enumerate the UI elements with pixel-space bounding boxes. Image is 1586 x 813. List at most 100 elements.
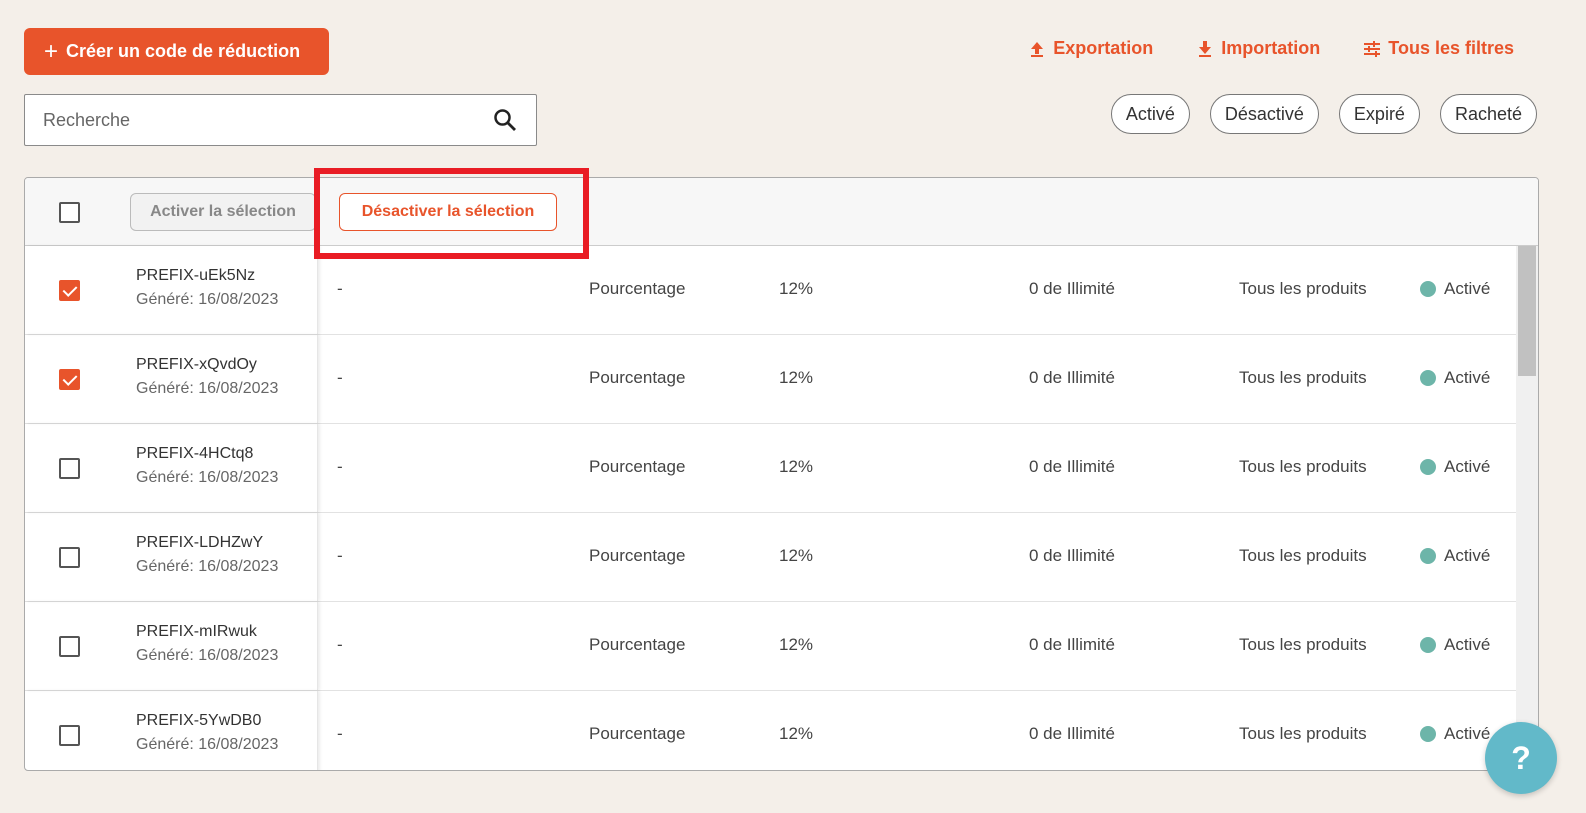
plus-icon: + xyxy=(44,37,59,65)
table-row: PREFIX-mIRwuk Généré: 16/08/2023 - Pourc… xyxy=(25,602,1538,691)
status-label: Activé xyxy=(1444,546,1491,565)
download-icon xyxy=(1199,40,1212,57)
type-cell: Pourcentage xyxy=(589,635,686,654)
type-cell: Pourcentage xyxy=(589,546,686,565)
code-column: PREFIX-xQvdOy Généré: 16/08/2023 xyxy=(25,335,318,423)
create-discount-label: Créer un code de réduction xyxy=(66,41,301,61)
status-dot-icon xyxy=(1420,548,1436,564)
code-column: PREFIX-mIRwuk Généré: 16/08/2023 xyxy=(25,602,318,690)
table-header: Activer la sélection Désactiver la sélec… xyxy=(25,178,1538,246)
status-dot-icon xyxy=(1420,637,1436,653)
generated-date: Généré: 16/08/2023 xyxy=(136,291,279,308)
row-checkbox[interactable] xyxy=(59,547,80,568)
row-checkbox[interactable] xyxy=(59,725,80,746)
status-label: Activé xyxy=(1444,724,1491,743)
table-body: PREFIX-uEk5Nz Généré: 16/08/2023 - Pourc… xyxy=(25,246,1538,770)
table-row: PREFIX-5YwDB0 Généré: 16/08/2023 - Pourc… xyxy=(25,691,1538,770)
code-column: PREFIX-5YwDB0 Généré: 16/08/2023 xyxy=(25,691,318,770)
chip-active[interactable]: Activé xyxy=(1110,94,1190,134)
description-cell: - xyxy=(337,457,343,476)
usage-cell: 0 de Illimité xyxy=(1029,368,1115,387)
generated-date: Généré: 16/08/2023 xyxy=(136,736,279,753)
status-dot-icon xyxy=(1420,726,1436,742)
status-label: Activé xyxy=(1444,457,1491,476)
type-cell: Pourcentage xyxy=(589,368,686,387)
table-scrollbar[interactable] xyxy=(1516,246,1538,770)
generated-date: Généré: 16/08/2023 xyxy=(136,558,279,575)
row-checkbox[interactable] xyxy=(59,458,80,479)
status-cell: Activé xyxy=(1420,279,1490,299)
type-cell: Pourcentage xyxy=(589,457,686,476)
description-cell: - xyxy=(337,368,343,387)
status-cell: Activé xyxy=(1420,368,1490,388)
discount-code[interactable]: PREFIX-LDHZwY xyxy=(136,534,263,552)
value-cell: 12% xyxy=(779,457,814,476)
chip-expired[interactable]: Expiré xyxy=(1338,94,1420,134)
value-cell: 12% xyxy=(779,724,814,743)
row-checkbox[interactable] xyxy=(59,280,80,301)
upload-icon xyxy=(1031,41,1044,57)
search-input[interactable] xyxy=(43,109,492,131)
scrollbar-thumb[interactable] xyxy=(1518,246,1536,376)
discount-code[interactable]: PREFIX-5YwDB0 xyxy=(136,712,261,730)
row-checkbox[interactable] xyxy=(59,636,80,657)
search-icon[interactable] xyxy=(492,107,518,133)
products-cell: Tous les produits xyxy=(1239,724,1367,743)
row-checkbox[interactable] xyxy=(59,369,80,390)
help-button[interactable]: ? xyxy=(1485,722,1557,794)
deactivate-selection-button[interactable]: Désactiver la sélection xyxy=(339,193,557,231)
status-dot-icon xyxy=(1420,459,1436,475)
table-row: PREFIX-LDHZwY Généré: 16/08/2023 - Pourc… xyxy=(25,513,1538,602)
status-filter-chips: Activé Désactivé Expiré Racheté xyxy=(1110,94,1537,134)
table-row: PREFIX-4HCtq8 Généré: 16/08/2023 - Pourc… xyxy=(25,424,1538,513)
activate-selection-button[interactable]: Activer la sélection xyxy=(130,193,316,231)
status-dot-icon xyxy=(1420,370,1436,386)
value-cell: 12% xyxy=(779,368,814,387)
value-cell: 12% xyxy=(779,279,814,298)
discount-code[interactable]: PREFIX-mIRwuk xyxy=(136,623,257,641)
generated-date: Généré: 16/08/2023 xyxy=(136,380,279,397)
all-filters-label: Tous les filtres xyxy=(1388,38,1514,58)
generated-date: Généré: 16/08/2023 xyxy=(136,647,279,664)
code-column: PREFIX-LDHZwY Généré: 16/08/2023 xyxy=(25,513,318,601)
products-cell: Tous les produits xyxy=(1239,635,1367,654)
select-all-checkbox[interactable] xyxy=(59,202,80,223)
code-column: PREFIX-uEk5Nz Généré: 16/08/2023 xyxy=(25,246,318,334)
code-column: PREFIX-4HCtq8 Généré: 16/08/2023 xyxy=(25,424,318,512)
description-cell: - xyxy=(337,635,343,654)
products-cell: Tous les produits xyxy=(1239,368,1367,387)
usage-cell: 0 de Illimité xyxy=(1029,457,1115,476)
table-row: PREFIX-uEk5Nz Généré: 16/08/2023 - Pourc… xyxy=(25,246,1538,335)
products-cell: Tous les produits xyxy=(1239,546,1367,565)
usage-cell: 0 de Illimité xyxy=(1029,635,1115,654)
filter-sliders-icon xyxy=(1364,40,1381,57)
search-box xyxy=(24,94,537,146)
import-button[interactable]: Importation xyxy=(1195,38,1320,59)
status-cell: Activé xyxy=(1420,546,1490,566)
description-cell: - xyxy=(337,546,343,565)
products-cell: Tous les produits xyxy=(1239,279,1367,298)
status-label: Activé xyxy=(1444,635,1491,654)
products-cell: Tous les produits xyxy=(1239,457,1367,476)
export-label: Exportation xyxy=(1053,38,1154,58)
status-cell: Activé xyxy=(1420,635,1490,655)
chip-deactivated[interactable]: Désactivé xyxy=(1209,94,1319,134)
create-discount-button[interactable]: + Créer un code de réduction xyxy=(24,28,329,75)
description-cell: - xyxy=(337,279,343,298)
table-row: PREFIX-xQvdOy Généré: 16/08/2023 - Pourc… xyxy=(25,335,1538,424)
usage-cell: 0 de Illimité xyxy=(1029,546,1115,565)
status-cell: Activé xyxy=(1420,724,1490,744)
type-cell: Pourcentage xyxy=(589,279,686,298)
import-label: Importation xyxy=(1221,38,1321,58)
status-cell: Activé xyxy=(1420,457,1490,477)
value-cell: 12% xyxy=(779,635,814,654)
discount-code[interactable]: PREFIX-uEk5Nz xyxy=(136,267,255,285)
status-dot-icon xyxy=(1420,281,1436,297)
discount-code[interactable]: PREFIX-xQvdOy xyxy=(136,356,257,374)
export-button[interactable]: Exportation xyxy=(1027,38,1153,59)
all-filters-button[interactable]: Tous les filtres xyxy=(1362,38,1514,59)
chip-redeemed[interactable]: Racheté xyxy=(1439,94,1537,134)
discount-code[interactable]: PREFIX-4HCtq8 xyxy=(136,445,253,463)
type-cell: Pourcentage xyxy=(589,724,686,743)
description-cell: - xyxy=(337,724,343,743)
